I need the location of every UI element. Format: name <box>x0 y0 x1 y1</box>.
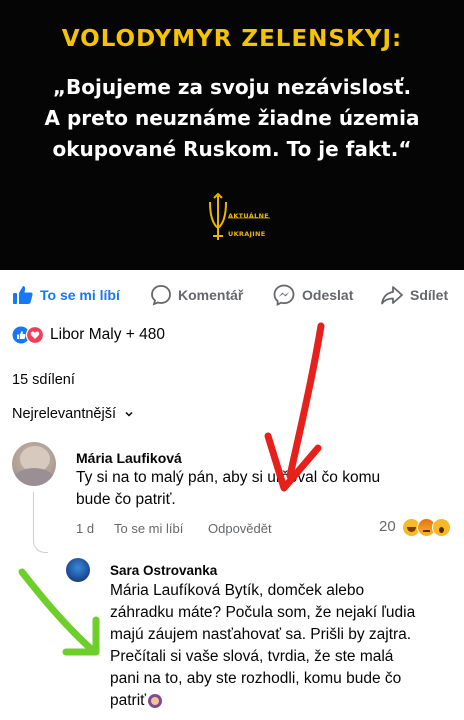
annotation-arrows <box>18 322 325 656</box>
red-arrow-icon <box>264 322 325 492</box>
green-arrow-icon <box>18 568 100 656</box>
